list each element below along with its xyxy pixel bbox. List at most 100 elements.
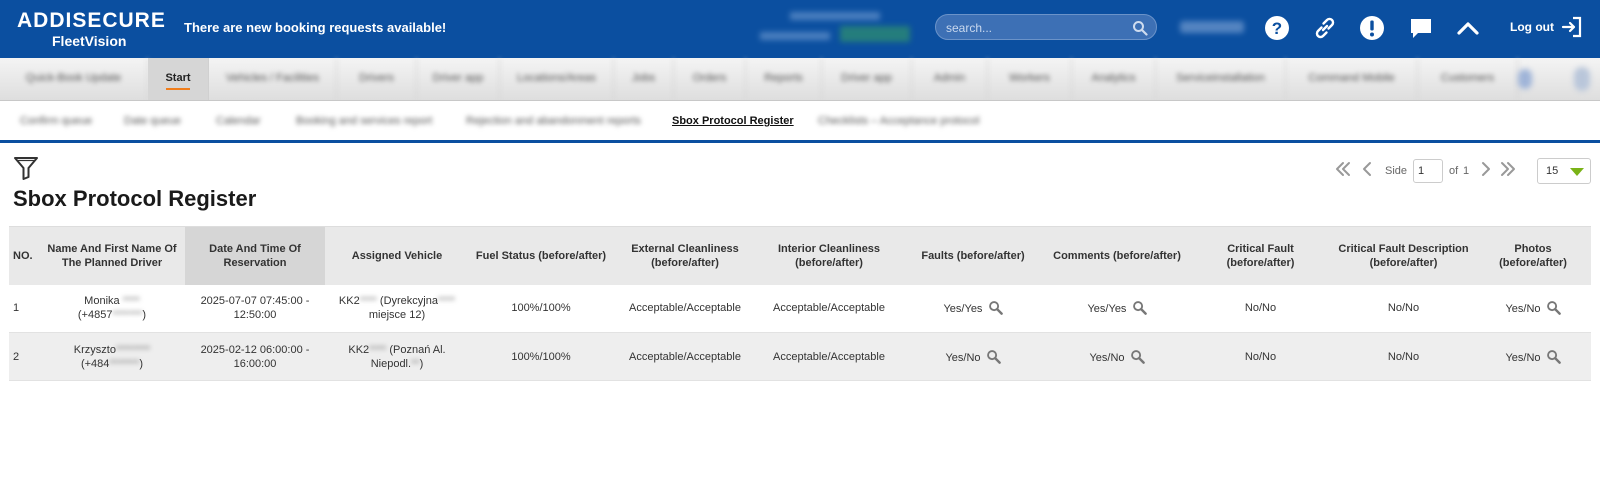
tab-quick-book[interactable]: Quick-Book Update — [0, 58, 148, 100]
col-interior[interactable]: Interior Cleanliness (before/after) — [757, 226, 901, 285]
faults-value: Yes/No — [945, 351, 981, 364]
cell-vehicle: KK2**** (Poznań Al. Niepodl.**) — [325, 332, 469, 381]
tab-locations[interactable]: Locations/Areas — [500, 58, 614, 100]
cell-critical-desc: No/No — [1332, 332, 1475, 381]
reservation-start: 2025-07-07 07:45:00 - — [200, 295, 310, 308]
logout-icon[interactable] — [1560, 15, 1584, 39]
cell-fuel: 100%/100% — [469, 332, 613, 381]
tab-start-label: Start — [165, 72, 191, 84]
tab-reports[interactable]: Reports — [746, 58, 822, 100]
subtab-confirm-queue[interactable]: Confirm queue — [20, 115, 92, 127]
col-fuel[interactable]: Fuel Status (before/after) — [469, 226, 613, 285]
per-page-value: 15 — [1546, 165, 1559, 177]
pagination-side-label: Side — [1385, 165, 1408, 177]
tab-driver-app[interactable]: Driver app — [417, 58, 500, 100]
tab-vehicles[interactable]: Vehicles / Facilities — [209, 58, 337, 100]
first-page-icon[interactable] — [1334, 160, 1352, 178]
dropdown-arrow-icon — [1570, 168, 1584, 176]
subtab-booking-report[interactable]: Booking and services report — [296, 115, 432, 127]
tab-start[interactable]: Start — [148, 58, 209, 100]
cell-driver: Monika **** (+4857*******) — [39, 284, 185, 333]
magnifier-icon[interactable] — [986, 349, 1001, 364]
driver-phone: (+484 — [80, 357, 110, 370]
sub-nav-tabs: Confirm queue Date queue Calendar Bookin… — [0, 101, 1600, 143]
table-row[interactable]: 1 Monika **** (+4857*******) 2025-07-07 … — [9, 284, 1591, 333]
alert-icon[interactable] — [1359, 15, 1385, 41]
driver-name: Krzyszto — [73, 343, 116, 356]
prev-page-icon[interactable] — [1358, 160, 1376, 178]
col-photos[interactable]: Photos (before/after) — [1475, 226, 1591, 285]
tab-command[interactable]: Command Mobile — [1286, 58, 1418, 100]
filter-icon[interactable] — [13, 156, 39, 180]
cell-comments: Yes/No — [1045, 332, 1189, 381]
logout-link[interactable]: Log out — [1510, 20, 1554, 34]
cell-external: Acceptable/Acceptable — [613, 332, 757, 381]
tab-jobs[interactable]: Jobs — [614, 58, 674, 100]
subtab-rejection-report[interactable]: Rejection and abandonment reports — [466, 115, 641, 127]
cell-interior: Acceptable/Acceptable — [757, 332, 901, 381]
cell-fuel: 100%/100% — [469, 284, 613, 333]
comments-value: Yes/Yes — [1087, 303, 1127, 316]
subtab-checklists[interactable]: Checklists – Acceptance protocol — [818, 115, 979, 127]
col-critical[interactable]: Critical Fault (before/after) — [1189, 226, 1332, 285]
comments-value: Yes/No — [1089, 351, 1125, 364]
tab-drivers[interactable]: Drivers — [337, 58, 417, 100]
driver-phone-redacted: ******* — [109, 357, 140, 370]
magnifier-icon[interactable] — [1546, 349, 1561, 364]
link-icon[interactable] — [1312, 15, 1338, 41]
svg-text:?: ? — [1272, 19, 1282, 38]
col-faults[interactable]: Faults (before/after) — [901, 226, 1045, 285]
tab-customers[interactable]: Customers — [1418, 58, 1518, 100]
page-title: Sbox Protocol Register — [13, 186, 257, 211]
next-page-icon[interactable] — [1477, 160, 1495, 178]
page-number-input[interactable]: 1 — [1413, 159, 1443, 183]
col-comments[interactable]: Comments (before/after) — [1045, 226, 1189, 285]
vehicle-reg-redacted: **** — [369, 343, 387, 356]
subtab-calendar[interactable]: Calendar — [216, 115, 261, 127]
help-icon[interactable]: ? — [1264, 15, 1290, 41]
logo-subtext: FleetVision — [52, 33, 127, 49]
tab-orders[interactable]: Orders — [674, 58, 746, 100]
tab-driver-app-2[interactable]: Driver app — [822, 58, 912, 100]
col-no[interactable]: NO. — [9, 226, 39, 285]
pagination-of-label: of — [1449, 165, 1459, 177]
magnifier-icon[interactable] — [988, 300, 1003, 316]
driver-name-redacted: ******** — [115, 343, 151, 356]
vehicle-location-1: (Poznań Al. — [389, 343, 446, 356]
chevron-up-icon[interactable] — [1455, 15, 1481, 41]
tab-admin[interactable]: Admin — [912, 58, 988, 100]
cell-no: 2 — [9, 332, 39, 381]
col-vehicle[interactable]: Assigned Vehicle — [325, 226, 469, 285]
magnifier-icon[interactable] — [1130, 349, 1145, 364]
cell-driver: Krzyszto******** (+484*******) — [39, 332, 185, 381]
magnifier-icon[interactable] — [1132, 300, 1147, 316]
search-input[interactable] — [946, 19, 1126, 37]
col-external[interactable]: External Cleanliness (before/after) — [613, 226, 757, 285]
cell-comments: Yes/Yes — [1045, 284, 1189, 333]
tab-workers[interactable]: Workers — [988, 58, 1072, 100]
col-critical-desc[interactable]: Critical Fault Description (before/after… — [1332, 226, 1475, 285]
tab-scroll-right-icon[interactable] — [1574, 67, 1590, 91]
search-box[interactable] — [935, 14, 1157, 40]
subtab-sbox-protocol-register[interactable]: Sbox Protocol Register — [672, 115, 794, 127]
addisecure-logo[interactable]: ADDISECURE FleetVision — [17, 10, 165, 50]
tab-analytics[interactable]: Analytics — [1072, 58, 1156, 100]
magnifier-icon[interactable] — [1546, 300, 1561, 316]
reservation-start: 2025-02-12 06:00:00 - — [200, 343, 310, 356]
col-reservation[interactable]: Date And Time Of Reservation — [185, 226, 325, 285]
col-driver[interactable]: Name And First Name Of The Planned Drive… — [39, 226, 185, 285]
table-row[interactable]: 2 Krzyszto******** (+484*******) 2025-02… — [9, 332, 1591, 381]
driver-phone: (+4857 — [77, 309, 113, 322]
vehicle-reg-redacted: **** — [359, 295, 377, 308]
vehicle-location-2: miejsce 12) — [368, 309, 426, 322]
subtab-date-queue[interactable]: Date queue — [124, 115, 181, 127]
search-icon[interactable] — [1132, 20, 1148, 36]
chat-icon[interactable] — [1408, 15, 1434, 41]
tab-service[interactable]: Serviceinstallation — [1156, 58, 1286, 100]
tab-scroll-left-icon[interactable] — [1518, 69, 1532, 89]
cell-critical: No/No — [1189, 332, 1332, 381]
booking-notice[interactable]: There are new booking requests available… — [184, 20, 446, 35]
last-page-icon[interactable] — [1499, 160, 1517, 178]
blurred-status-area — [760, 10, 910, 46]
per-page-select[interactable]: 15 — [1537, 158, 1591, 184]
